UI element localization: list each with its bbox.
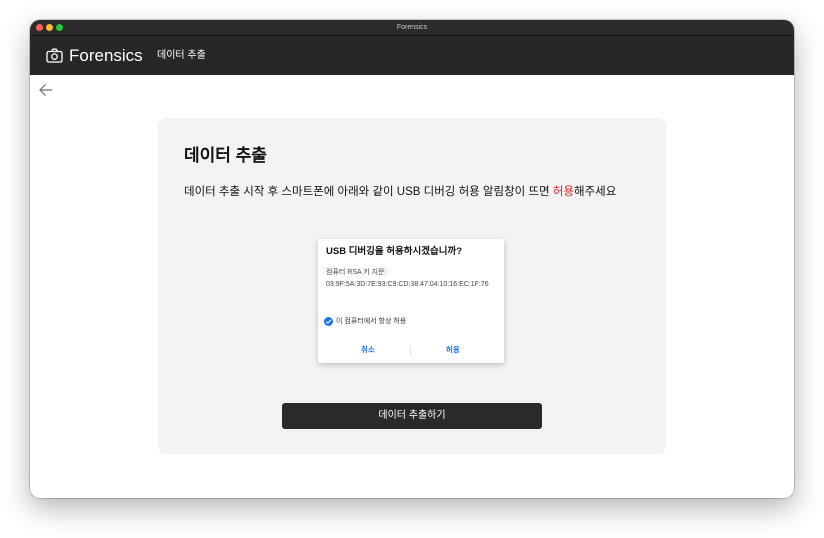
app-window: Forensics Forensics 데이터 추출 데이터 추출 데이터 추출… xyxy=(30,20,794,498)
app-bar: Forensics 데이터 추출 xyxy=(30,36,794,75)
window-title: Forensics xyxy=(396,24,428,31)
fingerprint-value: 03:9F:5A:3D:7E:93:C9:CD:38:47:04:10:16:E… xyxy=(326,281,489,288)
description-text-end: 해주세요 xyxy=(573,186,617,198)
dialog-allow-button[interactable]: 허용 xyxy=(446,345,460,355)
usb-debugging-dialog-preview: USB 디버깅을 허용하시겠습니까? 컴퓨터 RSA 키 지문: 03:9F:5… xyxy=(318,239,504,363)
card-description: 데이터 추출 시작 후 스마트폰에 아래와 같이 USB 디버깅 허용 알림창이… xyxy=(184,184,616,200)
arrow-left-icon[interactable] xyxy=(38,82,54,98)
description-text: 데이터 추출 시작 후 스마트폰에 아래와 같이 USB 디버깅 허용 알림창이… xyxy=(184,186,553,198)
dialog-button-divider xyxy=(410,346,411,355)
app-brand-title: Forensics xyxy=(69,46,143,65)
always-allow-checkbox[interactable]: 이 컴퓨터에서 항상 허용 xyxy=(324,315,406,327)
nav-item-data-extraction[interactable]: 데이터 추출 xyxy=(157,49,206,62)
card-title: 데이터 추출 xyxy=(184,146,267,165)
extraction-card: 데이터 추출 데이터 추출 시작 후 스마트폰에 아래와 같이 USB 디버깅 … xyxy=(158,118,666,454)
fingerprint-label: 컴퓨터 RSA 키 지문: xyxy=(326,269,387,276)
start-extraction-button[interactable]: 데이터 추출하기 xyxy=(282,403,542,429)
dialog-title: USB 디버깅을 허용하시겠습니까? xyxy=(326,246,463,257)
checkmark-icon xyxy=(324,316,333,326)
camera-icon xyxy=(46,48,63,63)
title-bar: Forensics xyxy=(30,20,794,36)
dialog-cancel-button[interactable]: 취소 xyxy=(361,345,375,355)
always-allow-label: 이 컴퓨터에서 항상 허용 xyxy=(336,318,407,325)
description-highlight: 허용 xyxy=(552,186,574,198)
